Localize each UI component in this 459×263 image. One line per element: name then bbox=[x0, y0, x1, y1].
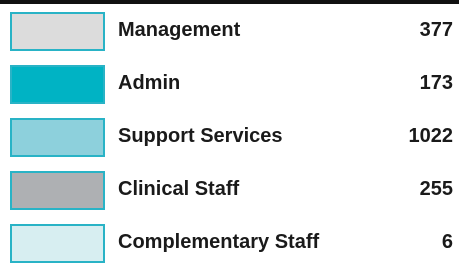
data-row: Support Services 1022 bbox=[0, 110, 459, 163]
data-row: Management 377 bbox=[0, 4, 459, 57]
category-value: 6 bbox=[441, 231, 453, 253]
legend-swatch bbox=[10, 224, 105, 263]
category-label: Complementary Staff bbox=[118, 231, 320, 253]
category-value: 255 bbox=[419, 178, 453, 200]
category-value: 1022 bbox=[408, 125, 454, 147]
category-label: Support Services bbox=[118, 125, 283, 147]
legend-swatch bbox=[10, 118, 105, 157]
legend-swatch bbox=[10, 12, 105, 51]
category-value: 173 bbox=[419, 72, 453, 94]
legend-swatch bbox=[10, 171, 105, 210]
category-label: Clinical Staff bbox=[118, 178, 240, 200]
data-row: Admin 173 bbox=[0, 57, 459, 110]
category-label: Admin bbox=[118, 72, 181, 94]
legend-swatch bbox=[10, 65, 105, 104]
category-value: 377 bbox=[419, 19, 453, 41]
category-label: Management bbox=[118, 19, 241, 41]
legend-table: Management 377 Admin 173 Support Services 102… bbox=[0, 4, 459, 263]
data-row: Clinical Staff 255 bbox=[0, 163, 459, 216]
data-row: Complementary Staff 6 bbox=[0, 216, 459, 263]
